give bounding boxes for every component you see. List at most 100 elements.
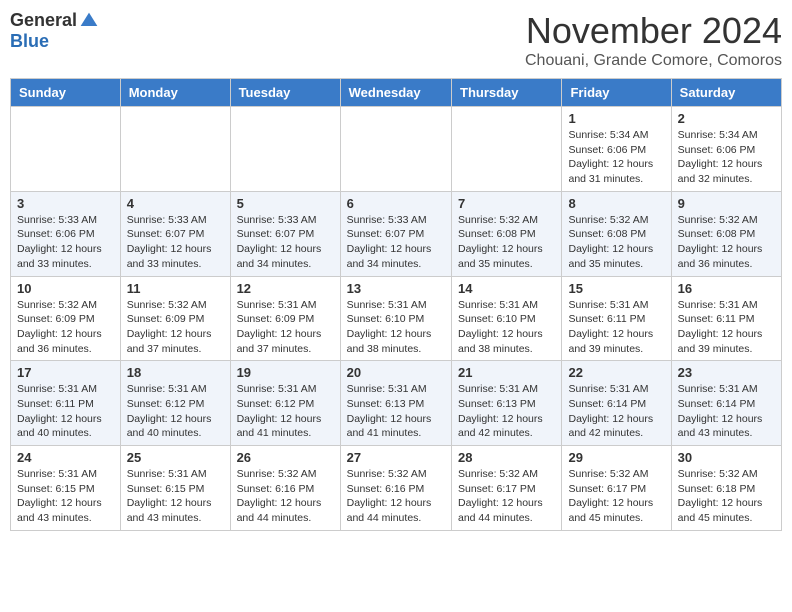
title-section: November 2024 Chouani, Grande Comore, Co… [525, 10, 782, 70]
calendar-cell: 11 Sunrise: 5:32 AM Sunset: 6:09 PM Dayli… [120, 276, 230, 361]
day-info: Sunrise: 5:31 AM Sunset: 6:13 PM Dayligh… [347, 382, 445, 441]
calendar-cell: 28 Sunrise: 5:32 AM Sunset: 6:17 PM Dayli… [452, 446, 562, 531]
logo-icon [79, 11, 99, 31]
day-info: Sunrise: 5:34 AM Sunset: 6:06 PM Dayligh… [568, 128, 664, 187]
day-number: 3 [17, 196, 114, 211]
day-info: Sunrise: 5:32 AM Sunset: 6:08 PM Dayligh… [678, 213, 775, 272]
day-number: 5 [237, 196, 334, 211]
calendar-cell: 10 Sunrise: 5:32 AM Sunset: 6:09 PM Dayli… [11, 276, 121, 361]
day-info: Sunrise: 5:31 AM Sunset: 6:13 PM Dayligh… [458, 382, 555, 441]
day-info: Sunrise: 5:33 AM Sunset: 6:06 PM Dayligh… [17, 213, 114, 272]
logo-general-text: General [10, 10, 77, 31]
day-info: Sunrise: 5:33 AM Sunset: 6:07 PM Dayligh… [127, 213, 224, 272]
day-info: Sunrise: 5:33 AM Sunset: 6:07 PM Dayligh… [347, 213, 445, 272]
calendar-cell: 25 Sunrise: 5:31 AM Sunset: 6:15 PM Dayli… [120, 446, 230, 531]
day-number: 12 [237, 281, 334, 296]
day-number: 30 [678, 450, 775, 465]
calendar-cell [452, 107, 562, 192]
calendar-cell: 7 Sunrise: 5:32 AM Sunset: 6:08 PM Daylig… [452, 191, 562, 276]
month-title: November 2024 [525, 10, 782, 52]
calendar-cell: 14 Sunrise: 5:31 AM Sunset: 6:10 PM Dayli… [452, 276, 562, 361]
calendar-cell: 23 Sunrise: 5:31 AM Sunset: 6:14 PM Dayli… [671, 361, 781, 446]
calendar-cell: 30 Sunrise: 5:32 AM Sunset: 6:18 PM Dayli… [671, 446, 781, 531]
day-info: Sunrise: 5:31 AM Sunset: 6:12 PM Dayligh… [237, 382, 334, 441]
calendar-cell: 18 Sunrise: 5:31 AM Sunset: 6:12 PM Dayli… [120, 361, 230, 446]
day-number: 1 [568, 111, 664, 126]
day-info: Sunrise: 5:31 AM Sunset: 6:12 PM Dayligh… [127, 382, 224, 441]
logo: General Blue [10, 10, 99, 52]
day-number: 21 [458, 365, 555, 380]
day-info: Sunrise: 5:32 AM Sunset: 6:08 PM Dayligh… [458, 213, 555, 272]
day-number: 23 [678, 365, 775, 380]
day-info: Sunrise: 5:31 AM Sunset: 6:11 PM Dayligh… [568, 298, 664, 357]
calendar-cell: 21 Sunrise: 5:31 AM Sunset: 6:13 PM Dayli… [452, 361, 562, 446]
calendar-header-thursday: Thursday [452, 79, 562, 107]
day-info: Sunrise: 5:31 AM Sunset: 6:11 PM Dayligh… [17, 382, 114, 441]
calendar-header-row: SundayMondayTuesdayWednesdayThursdayFrid… [11, 79, 782, 107]
calendar-header-saturday: Saturday [671, 79, 781, 107]
day-number: 20 [347, 365, 445, 380]
calendar-cell: 6Sunrise: 5:33 AM Sunset: 6:07 PM Daylig… [340, 191, 451, 276]
day-info: Sunrise: 5:32 AM Sunset: 6:16 PM Dayligh… [347, 467, 445, 526]
calendar-cell: 4 Sunrise: 5:33 AM Sunset: 6:07 PM Daylig… [120, 191, 230, 276]
calendar-cell: 19 Sunrise: 5:31 AM Sunset: 6:12 PM Dayli… [230, 361, 340, 446]
calendar-week-row: 17Sunrise: 5:31 AM Sunset: 6:11 PM Dayli… [11, 361, 782, 446]
day-number: 28 [458, 450, 555, 465]
calendar-cell: 20 Sunrise: 5:31 AM Sunset: 6:13 PM Dayli… [340, 361, 451, 446]
day-info: Sunrise: 5:32 AM Sunset: 6:09 PM Dayligh… [17, 298, 114, 357]
day-info: Sunrise: 5:32 AM Sunset: 6:16 PM Dayligh… [237, 467, 334, 526]
calendar-cell: 2Sunrise: 5:34 AM Sunset: 6:06 PM Daylig… [671, 107, 781, 192]
calendar-header-friday: Friday [562, 79, 671, 107]
day-number: 19 [237, 365, 334, 380]
calendar-week-row: 3 Sunrise: 5:33 AM Sunset: 6:06 PM Daylig… [11, 191, 782, 276]
day-info: Sunrise: 5:32 AM Sunset: 6:09 PM Dayligh… [127, 298, 224, 357]
calendar-cell: 22 Sunrise: 5:31 AM Sunset: 6:14 PM Dayli… [562, 361, 671, 446]
calendar-cell [340, 107, 451, 192]
calendar-week-row: 24 Sunrise: 5:31 AM Sunset: 6:15 PM Dayli… [11, 446, 782, 531]
day-number: 22 [568, 365, 664, 380]
calendar-cell: 17Sunrise: 5:31 AM Sunset: 6:11 PM Dayli… [11, 361, 121, 446]
calendar-header-sunday: Sunday [11, 79, 121, 107]
day-number: 13 [347, 281, 445, 296]
day-number: 14 [458, 281, 555, 296]
day-info: Sunrise: 5:32 AM Sunset: 6:17 PM Dayligh… [568, 467, 664, 526]
calendar-cell [11, 107, 121, 192]
day-number: 2 [678, 111, 775, 126]
day-info: Sunrise: 5:32 AM Sunset: 6:17 PM Dayligh… [458, 467, 555, 526]
calendar-cell [120, 107, 230, 192]
calendar-cell: 16Sunrise: 5:31 AM Sunset: 6:11 PM Dayli… [671, 276, 781, 361]
day-info: Sunrise: 5:31 AM Sunset: 6:15 PM Dayligh… [127, 467, 224, 526]
calendar-cell: 24 Sunrise: 5:31 AM Sunset: 6:15 PM Dayli… [11, 446, 121, 531]
day-number: 24 [17, 450, 114, 465]
day-info: Sunrise: 5:31 AM Sunset: 6:10 PM Dayligh… [458, 298, 555, 357]
calendar-cell: 5 Sunrise: 5:33 AM Sunset: 6:07 PM Daylig… [230, 191, 340, 276]
day-number: 11 [127, 281, 224, 296]
day-info: Sunrise: 5:32 AM Sunset: 6:18 PM Dayligh… [678, 467, 775, 526]
calendar-cell: 26Sunrise: 5:32 AM Sunset: 6:16 PM Dayli… [230, 446, 340, 531]
calendar-cell: 13 Sunrise: 5:31 AM Sunset: 6:10 PM Dayli… [340, 276, 451, 361]
day-number: 16 [678, 281, 775, 296]
calendar-cell: 12 Sunrise: 5:31 AM Sunset: 6:09 PM Dayli… [230, 276, 340, 361]
calendar-table: SundayMondayTuesdayWednesdayThursdayFrid… [10, 78, 782, 531]
calendar-cell: 3 Sunrise: 5:33 AM Sunset: 6:06 PM Daylig… [11, 191, 121, 276]
day-number: 4 [127, 196, 224, 211]
day-number: 29 [568, 450, 664, 465]
day-number: 9 [678, 196, 775, 211]
calendar-cell: 9 Sunrise: 5:32 AM Sunset: 6:08 PM Daylig… [671, 191, 781, 276]
day-number: 10 [17, 281, 114, 296]
calendar-cell: 15Sunrise: 5:31 AM Sunset: 6:11 PM Dayli… [562, 276, 671, 361]
day-info: Sunrise: 5:31 AM Sunset: 6:14 PM Dayligh… [678, 382, 775, 441]
day-number: 7 [458, 196, 555, 211]
day-info: Sunrise: 5:33 AM Sunset: 6:07 PM Dayligh… [237, 213, 334, 272]
day-info: Sunrise: 5:31 AM Sunset: 6:09 PM Dayligh… [237, 298, 334, 357]
day-info: Sunrise: 5:31 AM Sunset: 6:14 PM Dayligh… [568, 382, 664, 441]
day-info: Sunrise: 5:32 AM Sunset: 6:08 PM Dayligh… [568, 213, 664, 272]
logo-blue-text: Blue [10, 31, 49, 52]
calendar-header-tuesday: Tuesday [230, 79, 340, 107]
day-info: Sunrise: 5:31 AM Sunset: 6:10 PM Dayligh… [347, 298, 445, 357]
day-info: Sunrise: 5:31 AM Sunset: 6:15 PM Dayligh… [17, 467, 114, 526]
calendar-cell: 8Sunrise: 5:32 AM Sunset: 6:08 PM Daylig… [562, 191, 671, 276]
day-number: 18 [127, 365, 224, 380]
calendar-cell: 27Sunrise: 5:32 AM Sunset: 6:16 PM Dayli… [340, 446, 451, 531]
day-number: 25 [127, 450, 224, 465]
